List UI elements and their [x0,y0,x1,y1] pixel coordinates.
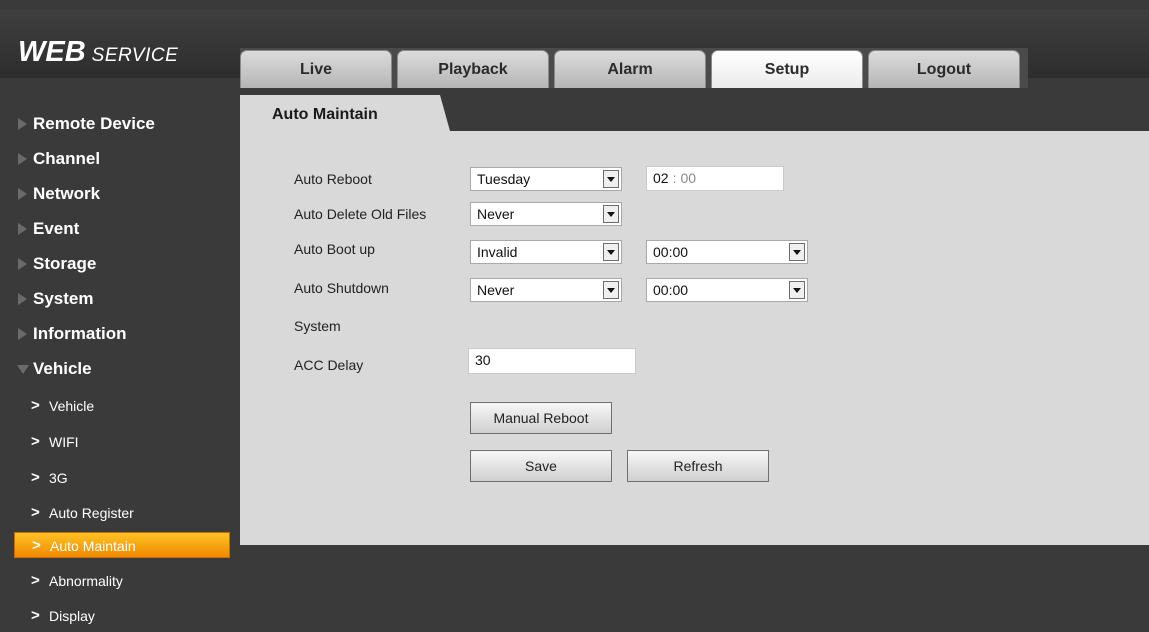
sidebar-subitem-label: Vehicle [49,398,95,414]
chevron-right-icon: > [31,433,40,450]
sidebar-item-label: System [33,289,94,308]
tab-playback[interactable]: Playback [397,50,549,88]
sidebar-item-remote-device[interactable]: Remote Device [0,109,232,139]
sidebar-item-label: Channel [33,149,101,168]
auto-delete-label: Auto Delete Old Files [294,206,427,222]
tab-logout[interactable]: Logout [868,50,1020,88]
collapsed-arrow-icon [18,223,27,235]
chevron-down-icon[interactable] [603,281,619,299]
auto-shutdown-time-select[interactable]: 00:00 [646,278,808,302]
chevron-right-icon: > [31,504,40,521]
sidebar-subitem-label: Abnormality [49,573,123,589]
sidebar-subitem-display[interactable]: > Display [14,603,230,629]
sidebar-item-information[interactable]: Information [0,319,232,349]
main-nav-tabs: Live Playback Alarm Setup Logout [240,48,1028,88]
sidebar-item-label: Storage [33,254,97,273]
sidebar-subitem-label: Auto Register [49,505,134,521]
chevron-right-icon: > [31,397,40,414]
sidebar-item-channel[interactable]: Channel [0,144,232,174]
expanded-arrow-icon [17,365,29,374]
auto-shutdown-value: Never [477,282,515,298]
tab-notch [440,95,450,131]
auto-boot-select[interactable]: Invalid [470,240,622,264]
chevron-right-icon: > [32,537,41,554]
chevron-down-icon[interactable] [789,243,805,261]
auto-boot-time-value: 00:00 [653,244,689,260]
time-separator: : [672,170,677,186]
sidebar-subitem-3g[interactable]: > 3G [14,465,230,491]
auto-delete-select[interactable]: Never [470,202,622,226]
sidebar-subitem-abnormality[interactable]: > Abnormality [14,568,230,594]
chevron-right-icon: > [31,469,40,486]
auto-boot-label: Auto Boot up [294,241,375,257]
chevron-right-icon: > [31,607,40,624]
sidebar-subitem-vehicle[interactable]: > Vehicle [14,393,230,419]
collapsed-arrow-icon [18,328,27,340]
acc-delay-input[interactable]: 30 [468,348,636,374]
panel-title-tab: Auto Maintain [240,95,450,131]
auto-reboot-time-input[interactable]: 02:00 [646,166,784,191]
refresh-button[interactable]: Refresh [627,450,769,482]
auto-shutdown-time-value: 00:00 [653,282,689,298]
sidebar-subitem-label: 3G [49,470,68,486]
collapsed-arrow-icon [18,258,27,270]
auto-boot-time-select[interactable]: 00:00 [646,240,808,264]
sidebar-subitem-auto-register[interactable]: > Auto Register [14,500,230,526]
auto-boot-value: Invalid [477,244,518,260]
tab-setup[interactable]: Setup [711,50,863,88]
auto-reboot-hour[interactable]: 02 [653,170,669,186]
manual-reboot-button[interactable]: Manual Reboot [470,402,612,434]
sidebar-item-storage[interactable]: Storage [0,249,232,279]
footer-band [240,545,1149,632]
auto-delete-value: Never [477,206,515,222]
web-service-logo: WEB SERVICE [18,36,178,69]
auto-reboot-label: Auto Reboot [294,171,372,187]
app-window: WEB SERVICE Live Playback Alarm Setup Log… [0,0,1149,632]
sidebar-item-vehicle[interactable]: Vehicle [0,354,232,384]
logo-web-text: WEB [18,36,86,68]
top-header: WEB SERVICE Live Playback Alarm Setup Log… [0,10,1149,88]
panel-title: Auto Maintain [272,106,378,123]
collapsed-arrow-icon [18,188,27,200]
collapsed-arrow-icon [18,293,27,305]
sidebar-subitem-label: WIFI [49,434,79,450]
sidebar-item-network[interactable]: Network [0,179,232,209]
auto-shutdown-label: Auto Shutdown [294,280,389,296]
chevron-down-icon[interactable] [789,281,805,299]
sidebar-item-system[interactable]: System [0,284,232,314]
sidebar-item-label: Remote Device [33,114,155,133]
auto-shutdown-select[interactable]: Never [470,278,622,302]
chevron-down-icon[interactable] [603,205,619,223]
auto-reboot-day-value: Tuesday [477,171,531,187]
tab-live[interactable]: Live [240,50,392,88]
auto-shutdown-label-cont: System [294,318,341,334]
sidebar-item-event[interactable]: Event [0,214,232,244]
auto-reboot-day-select[interactable]: Tuesday [470,167,622,191]
chevron-down-icon[interactable] [603,243,619,261]
sidebar-item-label: Vehicle [33,359,92,378]
save-button[interactable]: Save [470,450,612,482]
logo-service-text: SERVICE [91,45,179,66]
collapsed-arrow-icon [18,153,27,165]
sidebar-item-label: Information [33,324,127,343]
sidebar-subitem-wifi[interactable]: > WIFI [14,429,230,455]
tab-alarm[interactable]: Alarm [554,50,706,88]
auto-maintain-panel: Auto Reboot Tuesday 02:00 Auto Delete Ol… [240,131,1149,545]
sidebar-item-label: Event [33,219,80,238]
sidebar-item-label: Network [33,184,101,203]
collapsed-arrow-icon [18,118,27,130]
acc-delay-label: ACC Delay [294,357,364,373]
chevron-right-icon: > [31,572,40,589]
sidebar-subitem-label: Display [49,608,95,624]
chevron-down-icon[interactable] [603,170,619,188]
auto-reboot-minute[interactable]: 00 [680,170,696,186]
sidebar-subitem-auto-maintain[interactable]: > Auto Maintain [14,532,230,558]
setup-sidebar: Remote Device Channel Network Event Stor… [0,102,232,632]
sidebar-subitem-label: Auto Maintain [50,538,136,554]
